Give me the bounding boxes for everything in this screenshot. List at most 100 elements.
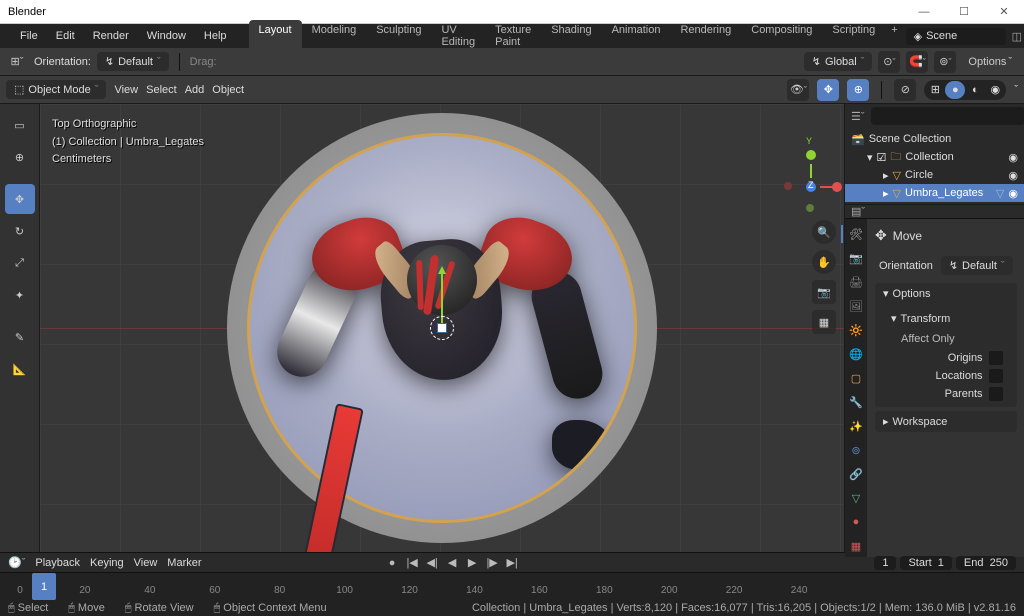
camera-view-button[interactable]: 📷 (812, 280, 836, 304)
disclosure-triangle-icon[interactable]: ▸ (883, 169, 889, 182)
pan-button[interactable]: ✋ (812, 250, 836, 274)
gizmo-neg-y-axis[interactable] (806, 204, 814, 212)
keyframe-next-button[interactable]: |▶ (483, 556, 501, 570)
timeline-ruler[interactable]: 020406080100120140160180200220240 1 (0, 572, 1024, 600)
workspace-tab-scripting[interactable]: Scripting (822, 20, 885, 52)
shading-solid-button[interactable]: ● (945, 81, 965, 99)
play-button[interactable]: ▶ (463, 556, 481, 570)
overlays-toggle-button[interactable]: ⊕ (847, 79, 869, 101)
snapping-button[interactable]: 🧲ˇ (906, 51, 928, 73)
keyframe-prev-button[interactable]: ◀| (423, 556, 441, 570)
workspace-tab-sculpting[interactable]: Sculpting (366, 20, 431, 52)
menu-window[interactable]: Window (139, 27, 194, 45)
move-tool[interactable]: ✥ (5, 184, 35, 214)
properties-editor-type-dropdown[interactable]: ▤ˇ (851, 205, 865, 218)
gizmo-toggle-button[interactable]: ✥ (817, 79, 839, 101)
editor-type-dropdown[interactable]: ⊞ˇ (6, 51, 28, 73)
workspace-tab-animation[interactable]: Animation (602, 20, 671, 52)
scene-name-field[interactable]: ◈ Scene (906, 28, 1006, 45)
outliner-search-input[interactable] (871, 107, 1024, 125)
viewport-menu-view[interactable]: View (114, 84, 138, 96)
start-frame-field[interactable]: Start 1 (900, 556, 951, 570)
timeline-editor-type-dropdown[interactable]: 🕑ˇ (8, 556, 25, 569)
properties-tab-world[interactable]: 🌐 (845, 343, 867, 365)
menu-render[interactable]: Render (85, 27, 137, 45)
properties-tab-texture[interactable]: ▦ (845, 535, 867, 557)
locations-checkbox[interactable] (989, 369, 1003, 383)
proportional-edit-button[interactable]: ⊚ˇ (934, 51, 956, 73)
workspace-tab-modeling[interactable]: Modeling (302, 20, 367, 52)
end-frame-field[interactable]: End 250 (956, 556, 1016, 570)
disclosure-triangle-icon[interactable]: ▸ (883, 187, 889, 200)
shading-wireframe-button[interactable]: ⊞ (925, 81, 945, 99)
properties-tab-object[interactable]: ▢ (845, 367, 867, 389)
select-box-tool[interactable]: ▭ (5, 110, 35, 140)
timeline-menu-marker[interactable]: Marker (167, 557, 201, 569)
timeline-menu-keying[interactable]: Keying (90, 557, 124, 569)
menu-file[interactable]: File (12, 27, 46, 45)
workspace-tab-texturepaint[interactable]: Texture Paint (485, 20, 541, 52)
cursor-tool[interactable]: ⊕ (5, 142, 35, 172)
shading-rendered-button[interactable]: ◉ (985, 81, 1005, 99)
options-section-header[interactable]: ▾ Options (875, 283, 1017, 304)
properties-tab-scene[interactable]: 🔆 (845, 319, 867, 341)
gizmo-x-axis[interactable]: X (832, 182, 842, 192)
props-orientation-dropdown[interactable]: ↯ Default ˇ (941, 256, 1013, 275)
visibility-eye-icon[interactable]: ◉ (1008, 169, 1018, 182)
annotate-tool[interactable]: ✎ (5, 322, 35, 352)
play-reverse-button[interactable]: ◀ (443, 556, 461, 570)
menu-help[interactable]: Help (196, 27, 235, 45)
workspace-tab-add[interactable]: + (885, 20, 903, 52)
gizmo-z-axis[interactable]: Z (806, 182, 816, 192)
visibility-eye-icon[interactable]: ◉ (1008, 151, 1018, 164)
window-minimize-button[interactable]: — (904, 0, 944, 24)
scene-add-button[interactable]: ◫ (1012, 30, 1022, 43)
rotate-tool[interactable]: ↻ (5, 216, 35, 246)
outliner-display-mode-dropdown[interactable]: ☰ˇ (851, 110, 865, 123)
viewport-menu-add[interactable]: Add (185, 84, 205, 96)
properties-tab-particles[interactable]: ✨ (845, 415, 867, 437)
properties-tab-output[interactable]: 🖨 (845, 271, 867, 293)
viewport-menu-select[interactable]: Select (146, 84, 177, 96)
transform-orientation-dropdown[interactable]: ↯ Global ˇ (804, 52, 873, 71)
transform-subsection-header[interactable]: ▾ Transform (885, 308, 1007, 329)
properties-tab-data[interactable]: ▽ (845, 487, 867, 509)
jump-end-button[interactable]: ▶| (503, 556, 521, 570)
properties-tab-constraints[interactable]: 🔗 (845, 463, 867, 485)
perspective-toggle-button[interactable]: ▦ (812, 310, 836, 334)
workspace-tab-layout[interactable]: Layout (249, 20, 302, 52)
visibility-dropdown[interactable]: 👁ˇ (787, 79, 809, 101)
jump-start-button[interactable]: |◀ (403, 556, 421, 570)
outliner-collection[interactable]: ▾ ☑ 🗀 Collection ◉ (845, 148, 1024, 166)
properties-tab-physics[interactable]: ⊚ (845, 439, 867, 461)
timeline-menu-playback[interactable]: Playback (35, 557, 80, 569)
current-frame-field[interactable]: 1 (874, 556, 896, 570)
orientation-dropdown[interactable]: ↯ Default ˇ (97, 52, 169, 71)
shading-lookdev-button[interactable]: ◐ (965, 81, 985, 99)
workspace-tab-shading[interactable]: Shading (541, 20, 601, 52)
zoom-button[interactable]: 🔍 (812, 220, 836, 244)
scale-tool[interactable]: ⤢ (5, 248, 35, 278)
measure-tool[interactable]: 📐 (5, 354, 35, 384)
visibility-eye-icon[interactable]: ◉ (1008, 187, 1018, 200)
xray-toggle-button[interactable]: ⊘ (894, 79, 916, 101)
workspace-tab-compositing[interactable]: Compositing (741, 20, 822, 52)
parents-checkbox[interactable] (989, 387, 1003, 401)
gizmo-neg-x-axis[interactable] (784, 182, 792, 190)
outliner-scene-collection[interactable]: 🗃️ Scene Collection (845, 130, 1024, 148)
playhead-cursor[interactable]: 1 (32, 573, 56, 600)
mode-dropdown[interactable]: ⬚ Object Mode ˇ (6, 80, 106, 99)
3d-viewport[interactable]: Top Orthographic (1) Collection | Umbra_… (40, 104, 844, 552)
viewport-menu-object[interactable]: Object (212, 84, 244, 96)
timeline-menu-view[interactable]: View (134, 557, 158, 569)
menu-edit[interactable]: Edit (48, 27, 83, 45)
shading-dropdown-button[interactable]: ˇ (1014, 84, 1018, 96)
disclosure-triangle-icon[interactable]: ▾ (867, 151, 873, 164)
pivot-point-button[interactable]: ⊙ˇ (878, 51, 900, 73)
transform-tool[interactable]: ✦ (5, 280, 35, 310)
window-maximize-button[interactable]: ☐ (944, 0, 984, 24)
navigation-gizmo[interactable]: Y X Z (788, 164, 834, 210)
outliner-item-umbra[interactable]: ▸ ▽ Umbra_Legates ▽ ◉ (845, 184, 1024, 202)
window-close-button[interactable]: ✕ (984, 0, 1024, 24)
gizmo-y-axis[interactable]: Y (806, 150, 816, 160)
